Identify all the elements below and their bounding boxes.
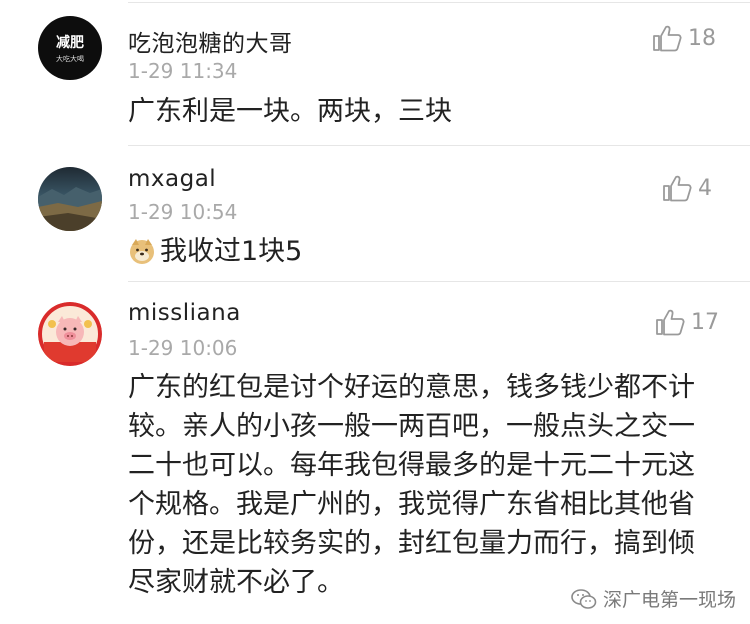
like-count: 4 [698, 175, 712, 201]
like-button[interactable]: 17 [655, 308, 719, 336]
username[interactable]: 吃泡泡糖的大哥 [128, 24, 293, 58]
thumbs-up-icon [656, 309, 685, 336]
timestamp: 1-29 10:06 [128, 336, 238, 360]
doge-icon [128, 237, 156, 276]
timestamp: 1-29 10:54 [128, 200, 238, 224]
avatar[interactable] [38, 302, 102, 366]
pig-avatar-image [38, 302, 102, 366]
wechat-icon [571, 588, 597, 609]
thumbs-up-icon [653, 25, 682, 52]
watermark: 深广电第一现场 [571, 585, 736, 612]
avatar-subtext: 大吃大喝 [56, 55, 84, 63]
comment-text: 广东的红包是讨个好运的意思，钱多钱少都不计较。亲人的小孩一般一两百吧，一般点头之… [128, 372, 695, 598]
comment-text: 我收过1块5 [160, 236, 303, 267]
avatar[interactable]: 减肥 大吃大喝 [38, 16, 102, 80]
comment-item: mxagal 1-29 10:54 4 我收过1块5 [0, 146, 750, 281]
avatar[interactable] [38, 167, 102, 231]
comment-text: 广东利是一块。两块，三块 [128, 96, 452, 127]
comment-item: 减肥 大吃大喝 吃泡泡糖的大哥 1-29 11:34 18 广东利是一块。两块，… [0, 0, 750, 145]
comment-body: 我收过1块5 [128, 232, 710, 276]
comment-item: missliana 1-29 10:06 17 广东的红包是讨个好运的意思，钱多… [0, 282, 750, 624]
landscape-avatar-image [38, 167, 102, 231]
like-button[interactable]: 18 [652, 24, 716, 52]
watermark-label: 深广电第一现场 [602, 589, 736, 611]
thumbs-up-icon [663, 175, 692, 202]
like-button[interactable]: 4 [662, 174, 712, 202]
username[interactable]: missliana [128, 300, 241, 326]
username[interactable]: mxagal [128, 166, 216, 192]
timestamp: 1-29 11:34 [128, 59, 238, 83]
avatar-text: 减肥 [56, 35, 84, 51]
like-count: 18 [688, 25, 716, 51]
like-count: 17 [691, 309, 719, 335]
